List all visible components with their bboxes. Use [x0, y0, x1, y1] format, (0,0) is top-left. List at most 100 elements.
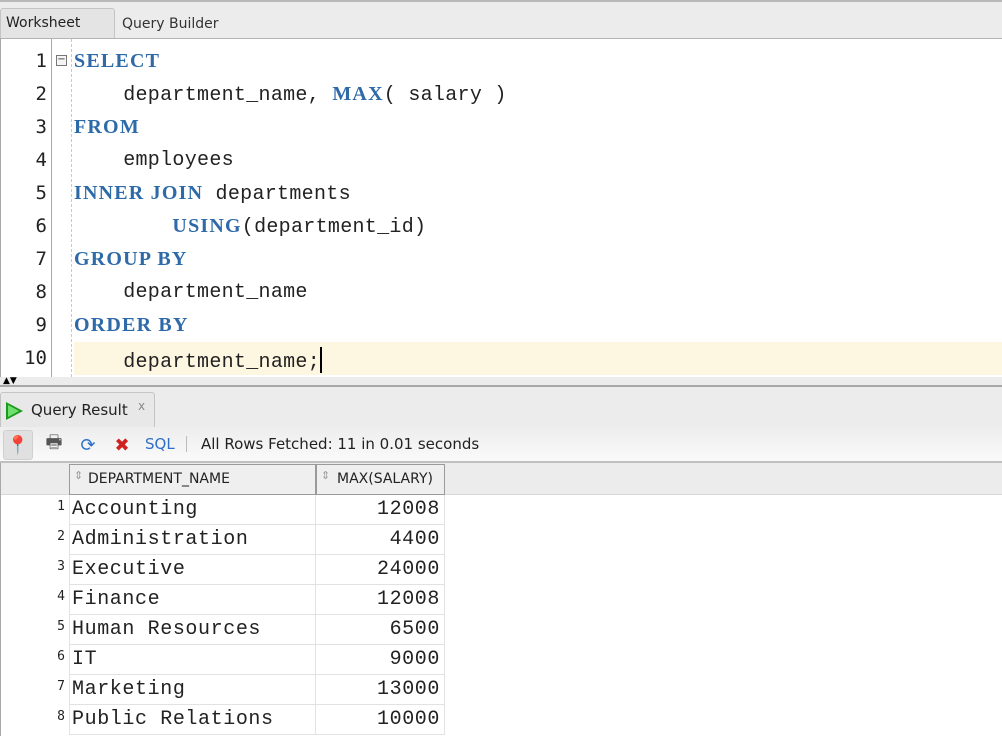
- toolbar-divider: [186, 436, 187, 452]
- column-header-department-name[interactable]: ⇕ DEPARTMENT_NAME: [69, 464, 316, 495]
- sql-text: ( salary ): [383, 84, 507, 107]
- column-header-label: DEPARTMENT_NAME: [88, 471, 230, 487]
- row-number: 6: [57, 649, 65, 664]
- table-row[interactable]: 8 Public Relations 10000: [1, 705, 1002, 735]
- code-line[interactable]: 9 ORDER BY: [1, 309, 1002, 342]
- line-number: 2: [35, 83, 47, 105]
- cell-max-salary[interactable]: 9000: [316, 645, 445, 675]
- code-text: ORDER BY: [74, 314, 189, 338]
- code-line[interactable]: 10 department_name;: [1, 342, 1002, 375]
- code-text: employees: [74, 149, 234, 172]
- sort-icon: ⇕: [321, 469, 331, 482]
- sql-text: department_name,: [74, 84, 333, 107]
- print-button[interactable]: 🖶: [39, 430, 69, 460]
- cell-department-name[interactable]: Human Resources: [69, 615, 316, 645]
- row-number: 4: [57, 589, 65, 604]
- sql-keyword: MAX: [332, 83, 384, 105]
- cell-max-salary[interactable]: 4400: [316, 525, 445, 555]
- cell-max-salary[interactable]: 12008: [316, 495, 445, 525]
- cell-department-name[interactable]: Accounting: [69, 495, 316, 525]
- code-line[interactable]: 1− SELECT: [1, 45, 1002, 78]
- line-number: 5: [35, 182, 47, 204]
- code-text: FROM: [74, 116, 140, 140]
- table-row[interactable]: 4 Finance 12008: [1, 585, 1002, 615]
- pin-icon: 📍: [6, 434, 30, 456]
- code-line[interactable]: 2 department_name, MAX( salary ): [1, 78, 1002, 111]
- line-number: 4: [35, 149, 47, 171]
- sort-icon: ⇕: [74, 469, 84, 482]
- fetch-status: All Rows Fetched: 11 in 0.01 seconds: [201, 435, 480, 453]
- table-row[interactable]: 2 Administration 4400: [1, 525, 1002, 555]
- table-row[interactable]: 7 Marketing 13000: [1, 675, 1002, 705]
- sql-keyword: FROM: [74, 116, 140, 138]
- code-line[interactable]: 5 INNER JOIN departments: [1, 177, 1002, 210]
- sql-text: departments: [203, 183, 351, 206]
- code-text: department_name;: [74, 347, 323, 374]
- play-icon: [6, 402, 23, 420]
- row-number: 2: [57, 529, 65, 544]
- refresh-button[interactable]: ⟳: [73, 430, 103, 460]
- close-tab-icon[interactable]: x: [138, 399, 145, 413]
- code-text: USING(department_id): [74, 215, 426, 239]
- line-number: 7: [35, 248, 47, 270]
- clear-icon: ✖: [114, 434, 130, 456]
- sql-editor[interactable]: 1− SELECT 2 department_name, MAX( salary )…: [0, 38, 1002, 377]
- cell-max-salary[interactable]: 12008: [316, 585, 445, 615]
- line-number: 6: [35, 215, 47, 237]
- query-result-label: Query Result: [31, 401, 128, 419]
- cell-department-name[interactable]: Administration: [69, 525, 316, 555]
- cell-max-salary[interactable]: 6500: [316, 615, 445, 645]
- splitter-arrows-icon[interactable]: ▲▼: [3, 377, 17, 386]
- sql-keyword: ORDER BY: [74, 314, 189, 336]
- code-text: department_name: [74, 281, 308, 304]
- code-line[interactable]: 3 FROM: [1, 111, 1002, 144]
- cell-department-name[interactable]: Marketing: [69, 675, 316, 705]
- code-line[interactable]: 4 employees: [1, 144, 1002, 177]
- clear-button[interactable]: ✖: [107, 430, 137, 460]
- cell-department-name[interactable]: Public Relations: [69, 705, 316, 735]
- cell-max-salary[interactable]: 13000: [316, 675, 445, 705]
- cell-max-salary[interactable]: 24000: [316, 555, 445, 585]
- cell-department-name[interactable]: IT: [69, 645, 316, 675]
- pane-splitter[interactable]: ▲▼: [0, 377, 1002, 387]
- sql-text: department_name;: [74, 351, 321, 374]
- cell-department-name[interactable]: Executive: [69, 555, 316, 585]
- refresh-icon: ⟳: [80, 434, 96, 456]
- fold-collapse-icon[interactable]: −: [56, 55, 67, 66]
- tab-query-result[interactable]: Query Result x: [0, 392, 155, 427]
- row-number: 5: [57, 619, 65, 634]
- row-number: 8: [57, 709, 65, 724]
- result-grid: ⇕ DEPARTMENT_NAME ⇕ MAX(SALARY) 1 Account…: [0, 463, 1002, 736]
- pin-button[interactable]: 📍: [3, 430, 33, 460]
- table-row[interactable]: 1 Accounting 12008: [1, 495, 1002, 525]
- code-text: department_name, MAX( salary ): [74, 83, 507, 107]
- result-toolbar: 📍 🖶 ⟳ ✖ SQL All Rows Fetched: 11 in 0.01…: [0, 427, 1002, 463]
- table-row[interactable]: 6 IT 9000: [1, 645, 1002, 675]
- sql-keyword: INNER JOIN: [74, 182, 204, 204]
- code-line[interactable]: 7 GROUP BY: [1, 243, 1002, 276]
- row-number: 7: [57, 679, 65, 694]
- sql-link[interactable]: SQL: [145, 435, 175, 453]
- line-number: 10: [24, 347, 47, 369]
- code-line[interactable]: 8 department_name: [1, 276, 1002, 309]
- worksheet-tab-bar: Worksheet Query Builder: [0, 0, 1002, 40]
- print-icon: 🖶: [45, 432, 63, 453]
- sql-text: department_name: [74, 281, 308, 304]
- column-header-max-salary[interactable]: ⇕ MAX(SALARY): [316, 464, 445, 495]
- cell-department-name[interactable]: Finance: [69, 585, 316, 615]
- code-line[interactable]: 6 USING(department_id): [1, 210, 1002, 243]
- tab-worksheet[interactable]: Worksheet: [0, 8, 115, 40]
- line-number: 8: [35, 281, 47, 303]
- grid-header: ⇕ DEPARTMENT_NAME ⇕ MAX(SALARY): [1, 463, 1002, 495]
- row-number: 1: [57, 499, 65, 514]
- code-text: INNER JOIN departments: [74, 182, 351, 206]
- sql-keyword: GROUP BY: [74, 248, 188, 270]
- table-row[interactable]: 5 Human Resources 6500: [1, 615, 1002, 645]
- table-row[interactable]: 3 Executive 24000: [1, 555, 1002, 585]
- sql-text: employees: [74, 149, 234, 172]
- text-caret: [320, 347, 323, 373]
- code-text: GROUP BY: [74, 248, 188, 272]
- column-header-label: MAX(SALARY): [337, 471, 433, 487]
- cell-max-salary[interactable]: 10000: [316, 705, 445, 735]
